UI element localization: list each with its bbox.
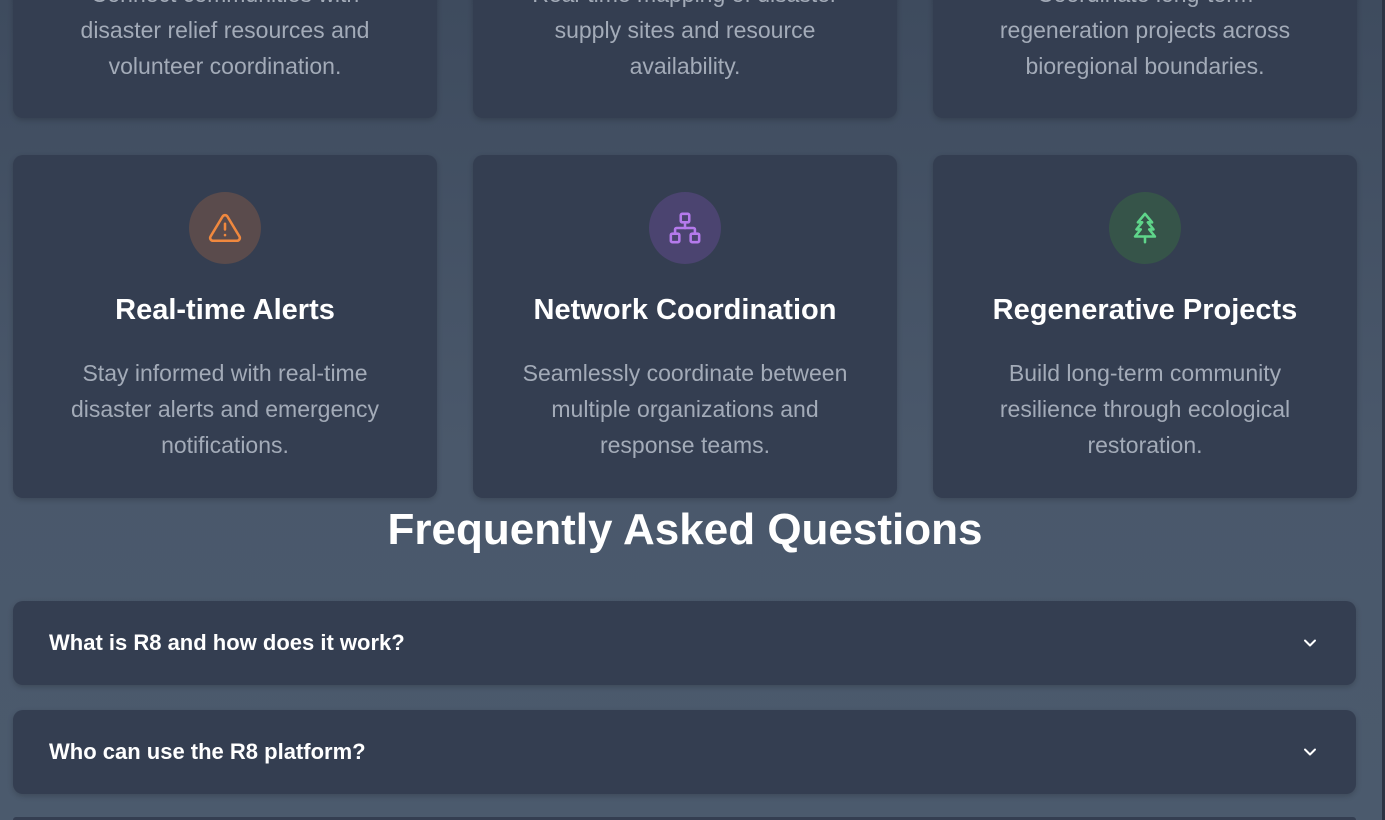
feature-card-regenerative: Regenerative Projects Build long-term co… xyxy=(933,155,1357,498)
chevron-down-icon[interactable] xyxy=(1300,742,1320,762)
network-icon-badge xyxy=(649,192,721,264)
feature-title: Regenerative Projects xyxy=(992,294,1298,326)
feature-title: Real-time Alerts xyxy=(115,294,335,326)
resource-card-mapping: Real-time mapping of disaster supply sit… xyxy=(473,0,897,118)
feature-description: Build long-term community resilience thr… xyxy=(999,360,1291,458)
tree-icon xyxy=(1133,212,1157,244)
faq-item-who-can-use[interactable]: Who can use the R8 platform? xyxy=(13,710,1356,794)
faq-heading: Frequently Asked Questions xyxy=(387,505,983,554)
network-icon xyxy=(669,212,701,244)
resource-card-community: Connect communities with disaster relief… xyxy=(13,0,437,118)
faq-question: What is R8 and how does it work? xyxy=(49,630,405,655)
card-description: Connect communities with disaster relief… xyxy=(80,0,370,79)
alert-triangle-icon xyxy=(208,213,242,243)
feature-card-alerts: Real-time Alerts Stay informed with real… xyxy=(13,155,437,498)
feature-description: Seamlessly coordinate between multiple o… xyxy=(522,360,848,458)
feature-description: Stay informed with real-time disaster al… xyxy=(70,360,380,458)
faq-question: Who can use the R8 platform? xyxy=(49,739,366,764)
feature-card-network: Network Coordination Seamlessly coordina… xyxy=(473,155,897,498)
chevron-down-icon[interactable] xyxy=(1300,633,1320,653)
alert-icon-badge xyxy=(189,192,261,264)
tree-icon-badge xyxy=(1109,192,1181,264)
card-description: Coordinate long-term regeneration projec… xyxy=(999,0,1291,79)
card-description: Real-time mapping of disaster supply sit… xyxy=(532,0,838,79)
faq-item-what-is-r8[interactable]: What is R8 and how does it work? xyxy=(13,601,1356,685)
resource-card-regeneration: Coordinate long-term regeneration projec… xyxy=(933,0,1357,118)
feature-title: Network Coordination xyxy=(533,294,837,326)
